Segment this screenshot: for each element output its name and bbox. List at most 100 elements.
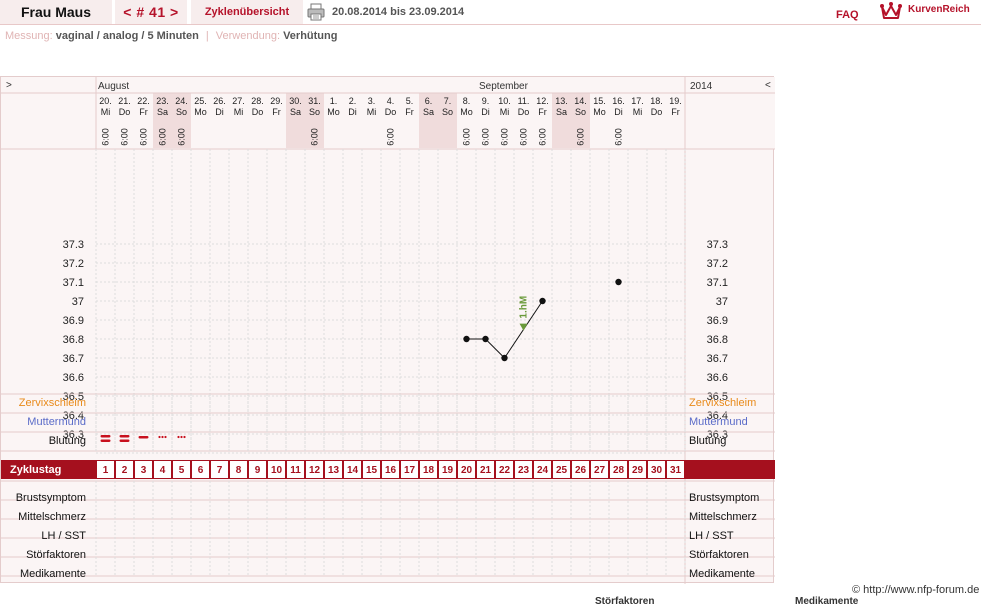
y-tick-label-left: 36.7 <box>63 353 84 365</box>
cycle-day-number: 19 <box>442 465 454 476</box>
day-date: 23. <box>156 96 169 106</box>
day-weekday: So <box>176 107 187 117</box>
day-weekday: Do <box>651 107 663 117</box>
day-date: 20. <box>99 96 112 106</box>
day-weekday: So <box>575 107 586 117</box>
measurement-time: 6:00 <box>538 128 548 146</box>
mittelschmerz-label-right: Mittelschmerz <box>689 511 757 523</box>
bleeding-heavy-icon <box>119 439 130 442</box>
day-date: 28. <box>251 96 264 106</box>
cycle-day-number: 3 <box>141 465 147 476</box>
day-date: 27. <box>232 96 245 106</box>
temperature-point <box>463 335 470 343</box>
cycle-day-number: 23 <box>518 465 530 476</box>
day-weekday: Do <box>119 107 131 117</box>
day-date: 2. <box>349 96 357 106</box>
bleeding-heavy-icon <box>100 439 111 442</box>
temperature-point <box>501 354 508 362</box>
bleeding-spotting-icon <box>158 435 161 439</box>
day-weekday: Mi <box>101 107 111 117</box>
zervix-label-left: Zervixschleim <box>19 397 86 409</box>
day-date: 14. <box>574 96 587 106</box>
day-weekday: Sa <box>157 107 168 117</box>
day-date: 3. <box>368 96 376 106</box>
day-date: 19. <box>669 96 682 106</box>
crown-icon[interactable] <box>880 1 902 21</box>
day-date: 22. <box>137 96 150 106</box>
measurement-time: 6:00 <box>120 128 130 146</box>
stoerfaktoren-label-left: Störfaktoren <box>26 549 86 561</box>
day-weekday: Fr <box>139 107 148 117</box>
measurement-time: 6:00 <box>500 128 510 146</box>
bleeding-spotting-icon <box>180 435 183 439</box>
day-date: 18. <box>650 96 663 106</box>
logo-text[interactable]: KurvenReich <box>908 4 970 15</box>
day-date: 6. <box>425 96 433 106</box>
medikamente-label-left: Medikamente <box>20 568 86 580</box>
cycle-day-number: 5 <box>179 465 185 476</box>
cycle-day-number: 24 <box>537 465 549 476</box>
day-date: 12. <box>536 96 549 106</box>
day-weekday: Sa <box>556 107 567 117</box>
day-weekday: Fr <box>538 107 547 117</box>
y-tick-label-right: 37.3 <box>707 239 728 251</box>
printer-icon[interactable] <box>307 3 325 21</box>
cycle-day-number: 1 <box>103 465 109 476</box>
day-date: 11. <box>518 96 530 106</box>
day-date: 8. <box>463 96 471 106</box>
cycle-day-number: 14 <box>347 465 359 476</box>
y-tick-label-left: 37.3 <box>63 239 84 251</box>
day-weekday: Do <box>385 107 397 117</box>
day-weekday: Mi <box>500 107 510 117</box>
day-date: 9. <box>482 96 490 106</box>
day-weekday: Mo <box>327 107 340 117</box>
measurement-time: 6:00 <box>614 128 624 146</box>
y-tick-label-left: 36.9 <box>63 315 84 327</box>
date-range: 20.08.2014 bis 23.09.2014 <box>332 6 465 18</box>
y-tick-label-right: 37 <box>716 296 728 308</box>
y-tick-label-right: 36.6 <box>707 372 728 384</box>
cycle-day-number: 9 <box>255 465 261 476</box>
day-date: 15. <box>593 96 606 106</box>
day-date: 31. <box>308 96 321 106</box>
zervix-label-right: Zervixschleim <box>689 397 756 409</box>
y-tick-label-left: 37.1 <box>63 277 84 289</box>
temperature-point <box>615 278 622 286</box>
triangle-down-icon <box>519 323 528 331</box>
faq-link[interactable]: FAQ <box>836 3 859 27</box>
day-date: 1. <box>330 96 338 106</box>
cycle-navigation[interactable]: < # 41 > <box>115 0 187 24</box>
day-weekday: Mi <box>367 107 377 117</box>
day-date: 10. <box>498 96 511 106</box>
cycle-day-number: 31 <box>670 465 682 476</box>
measurement-time: 6:00 <box>519 128 529 146</box>
next-cycle-button[interactable]: < <box>765 80 771 91</box>
y-tick-label-right: 36.7 <box>707 353 728 365</box>
lh-sst-label-right: LH / SST <box>689 530 734 542</box>
measurement-time: 6:00 <box>462 128 472 146</box>
y-tick-label-left: 36.8 <box>63 334 84 346</box>
cycle-day-number: 7 <box>217 465 223 476</box>
cycle-day-number: 8 <box>236 465 242 476</box>
stoerfaktoren-label-right: Störfaktoren <box>689 549 749 561</box>
y-tick-label-right: 36.8 <box>707 334 728 346</box>
day-weekday: Do <box>518 107 530 117</box>
day-weekday: Di <box>215 107 224 117</box>
cycle-day-number: 20 <box>461 465 473 476</box>
prev-cycle-button[interactable]: > <box>6 80 12 91</box>
separator: | <box>205 30 209 42</box>
cycle-day-number: 13 <box>328 465 340 476</box>
day-weekday: So <box>309 107 320 117</box>
brustsymptom-label-left: Brustsymptom <box>16 492 86 504</box>
cycles-overview-link[interactable]: Zyklenübersicht <box>191 0 303 24</box>
user-name: Frau Maus <box>0 0 112 24</box>
day-weekday: Sa <box>290 107 301 117</box>
day-weekday: So <box>442 107 453 117</box>
day-date: 4. <box>387 96 395 106</box>
day-date: 13. <box>555 96 568 106</box>
cycle-day-number: 30 <box>651 465 663 476</box>
cycle-chart-svg: >2014 <August September20.Mi6:0021.Do6:002… <box>1 77 775 584</box>
day-date: 17. <box>631 96 644 106</box>
measurement-time: 6:00 <box>310 128 320 146</box>
day-date: 25. <box>194 96 207 106</box>
